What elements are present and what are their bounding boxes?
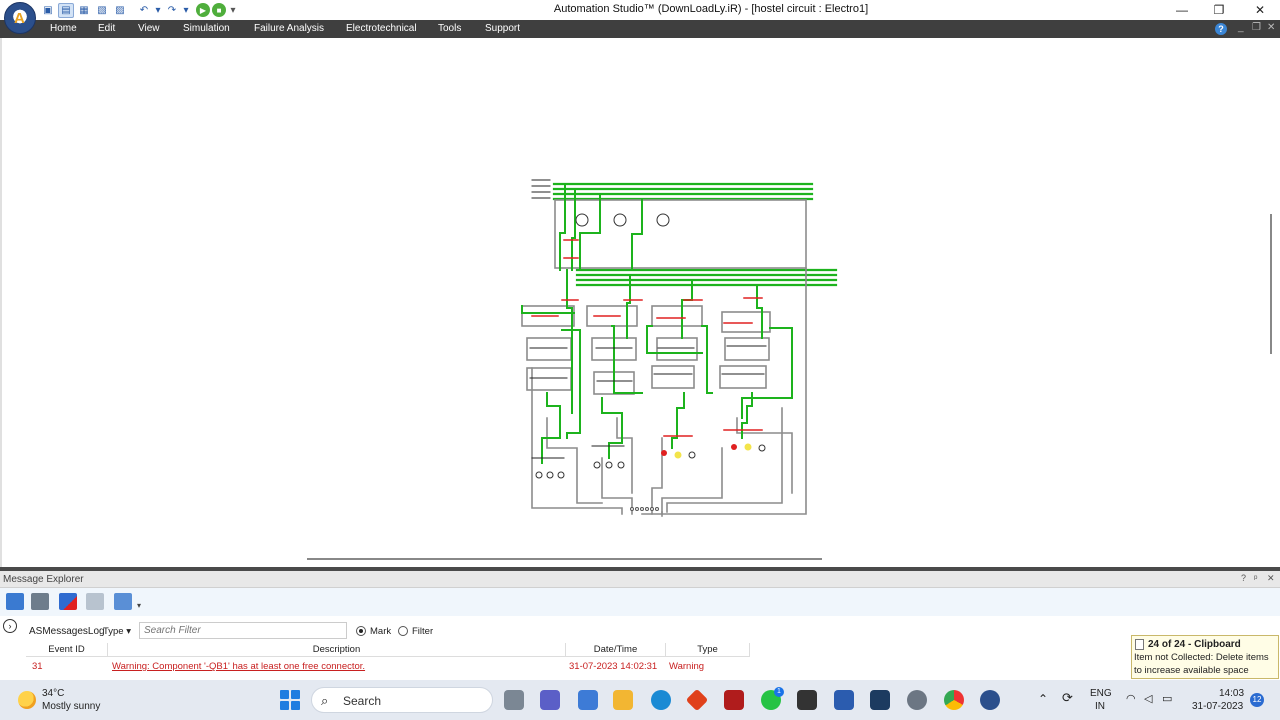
automation-studio-taskbar-icon[interactable]: [980, 690, 1000, 710]
cell-type: Warning: [669, 661, 705, 672]
mark-radio[interactable]: [356, 626, 366, 636]
menu-simulation[interactable]: Simulation: [183, 23, 230, 34]
hmi-app-icon[interactable]: [870, 690, 890, 710]
minimize-button[interactable]: —: [1162, 1, 1202, 19]
wifi-icon[interactable]: ◠: [1126, 692, 1136, 705]
message-explorer-header: Message Explorer ? ᵖ ✕: [0, 571, 1280, 588]
maximize-button[interactable]: ❐: [1199, 1, 1239, 19]
message-explorer-panel: Message Explorer ? ᵖ ✕ ▾ › ASMessagesLog…: [0, 571, 1280, 680]
clipboard-notification[interactable]: 24 of 24 - Clipboard Item not Collected:…: [1131, 635, 1279, 679]
clock-time[interactable]: 14:03: [1219, 688, 1244, 699]
panel-help-icon[interactable]: ?: [1241, 573, 1246, 583]
app-mw-icon[interactable]: [797, 690, 817, 710]
notification-count-badge[interactable]: 12: [1250, 693, 1264, 707]
cell-datetime: 31-07-2023 14:02:31: [569, 661, 658, 672]
taskbar-search-label: Search: [343, 694, 382, 708]
toolbar-overflow-icon[interactable]: ▾: [137, 601, 145, 610]
flag-message-icon[interactable]: [59, 593, 77, 610]
menu-edit[interactable]: Edit: [98, 23, 115, 34]
title-bar: ▣ ▤ ▦ ▧ ▨ ↶ ▾ ↷ ▾ ▶ ■ ▾ Automation Studi…: [0, 0, 1280, 34]
windows-start-icon[interactable]: [280, 690, 300, 710]
filter-radio[interactable]: [398, 626, 408, 636]
sync-icon[interactable]: ⟳: [1062, 690, 1073, 706]
doc-minimize-icon[interactable]: _: [1238, 22, 1244, 33]
expand-icon[interactable]: ›: [3, 619, 17, 633]
mark-radio-label: Mark: [370, 626, 392, 637]
mcafee-icon[interactable]: [724, 690, 744, 710]
schematic-canvas[interactable]: [0, 38, 1280, 568]
settings-gear-icon[interactable]: [907, 690, 927, 710]
chrome-icon[interactable]: [944, 690, 964, 710]
message-table: Event ID Description Date/Time Type 31 W…: [26, 643, 1280, 680]
battery-icon[interactable]: ▭: [1162, 692, 1172, 705]
edge-browser-icon[interactable]: [651, 690, 671, 710]
search-icon: ⌕: [321, 693, 329, 708]
control-wiring: [521, 199, 807, 517]
electrical-schematic[interactable]: [2, 38, 1280, 568]
cell-description[interactable]: Warning: Component '-QB1' has at least o…: [112, 661, 365, 672]
doc-restore-icon[interactable]: ❐: [1252, 22, 1261, 33]
copy-messages-icon[interactable]: [86, 593, 104, 610]
taskbar-search-box[interactable]: ⌕ Search: [311, 687, 493, 713]
column-header-type[interactable]: Type: [666, 643, 750, 657]
doc-close-icon[interactable]: ✕: [1267, 22, 1275, 33]
region-indicator[interactable]: IN: [1095, 701, 1105, 712]
close-button[interactable]: ✕: [1240, 1, 1280, 19]
search-filter-input[interactable]: [139, 622, 347, 639]
anydesk-icon[interactable]: [685, 688, 709, 712]
panel-pin-icon[interactable]: ᵖ: [1254, 573, 1257, 583]
teams-chat-icon[interactable]: [540, 690, 560, 710]
save-log-icon[interactable]: [6, 593, 24, 610]
clipboard-title: 24 of 24 - Clipboard: [1148, 639, 1241, 650]
temperature[interactable]: 34°C: [42, 688, 64, 699]
terminal-strip: [630, 507, 659, 511]
log-name-label: ASMessagesLog: [29, 626, 105, 637]
clock-date[interactable]: 31-07-2023: [1192, 701, 1243, 712]
clipboard-icon: [1135, 639, 1144, 650]
word-icon[interactable]: [834, 690, 854, 710]
menu-tools[interactable]: Tools: [438, 23, 461, 34]
app-logo-icon[interactable]: [4, 2, 36, 34]
menu-electrotechnical[interactable]: Electrotechnical: [346, 23, 417, 34]
menu-support[interactable]: Support: [485, 23, 520, 34]
menu-home[interactable]: Home: [50, 23, 77, 34]
column-header-description[interactable]: Description: [108, 643, 566, 657]
filter-radio-label: Filter: [412, 626, 434, 637]
cell-event-id: 31: [32, 661, 43, 672]
main-supply-bus: [552, 182, 838, 287]
window-title: Automation Studio™ (DownLoadLy.iR) - [ho…: [553, 3, 869, 15]
clipboard-body: Item not Collected: Delete items to incr…: [1134, 652, 1269, 676]
lamp-yellow: [674, 443, 752, 459]
windows-taskbar: 34°C Mostly sunny ⌕ Search 1 ⌃ ⟳ ENG IN …: [0, 680, 1280, 720]
print-log-icon[interactable]: [31, 593, 49, 610]
weather-sun-icon[interactable]: [18, 691, 36, 709]
volume-icon[interactable]: ◁: [1144, 692, 1152, 705]
vertical-scrollbar[interactable]: [1270, 214, 1272, 354]
message-explorer-toolbar: ▾: [0, 588, 1280, 616]
ribbon-menu-bar: Home Edit View Simulation Failure Analys…: [0, 20, 1280, 38]
panel-close-icon[interactable]: ✕: [1267, 573, 1275, 584]
message-explorer-title: Message Explorer: [3, 574, 84, 585]
menu-failure-analysis[interactable]: Failure Analysis: [254, 23, 324, 34]
horizontal-scrollbar[interactable]: [307, 558, 822, 560]
help-icon[interactable]: ?: [1215, 23, 1227, 35]
store-icon[interactable]: [578, 690, 598, 710]
menu-view[interactable]: View: [138, 23, 160, 34]
language-indicator[interactable]: ENG: [1090, 688, 1112, 699]
type-dropdown[interactable]: Type ▾: [103, 626, 131, 637]
file-explorer-icon[interactable]: [613, 690, 633, 710]
column-header-event-id[interactable]: Event ID: [26, 643, 108, 657]
whatsapp-badge: 1: [774, 687, 784, 697]
task-view-icon[interactable]: [504, 690, 524, 710]
weather-status[interactable]: Mostly sunny: [42, 701, 100, 712]
column-header-datetime[interactable]: Date/Time: [566, 643, 666, 657]
message-options-icon[interactable]: [114, 593, 132, 610]
tray-overflow-icon[interactable]: ⌃: [1038, 692, 1048, 706]
